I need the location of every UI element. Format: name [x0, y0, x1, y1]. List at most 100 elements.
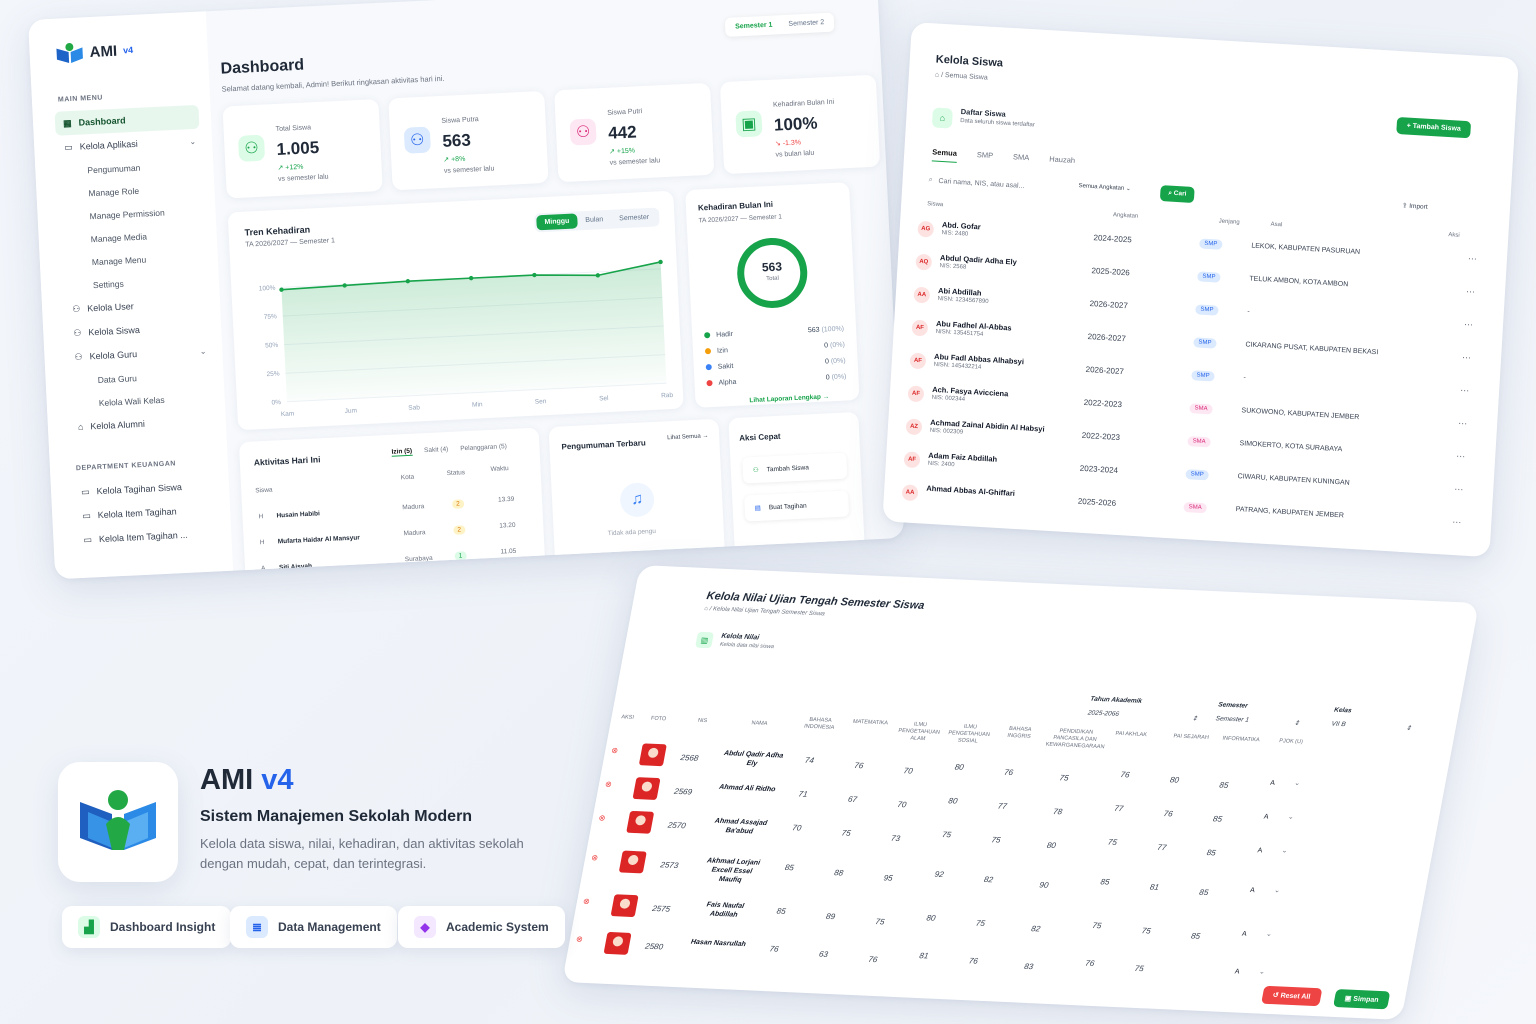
- score-input[interactable]: 95: [883, 873, 894, 882]
- more-icon[interactable]: ⋯: [1458, 418, 1468, 430]
- score-input[interactable]: 81: [919, 951, 930, 960]
- score-input[interactable]: 76: [868, 955, 879, 964]
- score-input[interactable]: 75: [1092, 921, 1103, 930]
- more-icon[interactable]: ⋯: [1456, 451, 1466, 463]
- score-input[interactable]: 76: [1085, 959, 1096, 968]
- tab-pelanggaran[interactable]: Pelanggaran (5): [460, 443, 507, 453]
- score-input[interactable]: 82: [983, 875, 994, 884]
- delete-icon[interactable]: ⊗: [575, 935, 583, 944]
- score-input[interactable]: 76: [968, 956, 979, 965]
- breadcrumb-current[interactable]: Semua Siswa: [945, 72, 988, 82]
- score-input[interactable]: 73: [890, 834, 901, 843]
- save-button[interactable]: ▣ Simpan: [1333, 989, 1391, 1010]
- score-input[interactable]: 76: [1120, 770, 1131, 779]
- level-badge: SMP: [1193, 337, 1217, 349]
- more-icon[interactable]: ⋯: [1460, 385, 1470, 397]
- tab-semua[interactable]: Semua: [931, 147, 958, 163]
- score-input[interactable]: 77: [1113, 804, 1124, 813]
- score-input[interactable]: 74: [804, 756, 815, 765]
- add-student-button[interactable]: + Tambah Siswa: [1396, 116, 1472, 139]
- score-input[interactable]: 75: [975, 919, 986, 928]
- score-input[interactable]: 75: [1134, 964, 1145, 973]
- quick-create-bill-button[interactable]: ▤ Buat Tagihan: [744, 491, 849, 522]
- score-input[interactable]: 80: [954, 763, 965, 772]
- score-input[interactable]: 80: [1046, 841, 1057, 850]
- announcement-link[interactable]: Lihat Semua →: [667, 433, 709, 441]
- score-input[interactable]: 75: [1107, 838, 1118, 847]
- grade-select[interactable]: A: [1234, 968, 1240, 975]
- score-input[interactable]: 75: [1141, 926, 1152, 935]
- delete-icon[interactable]: ⊗: [590, 853, 598, 862]
- score-input[interactable]: 83: [1023, 962, 1034, 971]
- more-icon[interactable]: ⋯: [1454, 484, 1464, 496]
- grade-select[interactable]: A: [1263, 814, 1269, 821]
- score-input[interactable]: 75: [841, 828, 852, 837]
- score-input[interactable]: 85: [776, 907, 787, 916]
- score-input[interactable]: 76: [1163, 809, 1174, 818]
- delete-icon[interactable]: ⊗: [611, 746, 619, 755]
- grade-select[interactable]: A: [1241, 931, 1247, 938]
- score-input[interactable]: 92: [934, 870, 945, 879]
- import-button[interactable]: ⇪ Import: [1402, 201, 1428, 211]
- quick-add-student-button[interactable]: ⚇ Tambah Siswa: [742, 453, 847, 484]
- tab-sma[interactable]: SMA: [1012, 152, 1030, 167]
- score-input[interactable]: 75: [991, 835, 1002, 844]
- tab-sakit[interactable]: Sakit (4): [424, 446, 449, 455]
- delete-icon[interactable]: ⊗: [582, 897, 590, 906]
- more-icon[interactable]: ⋯: [1464, 319, 1474, 331]
- semester-select[interactable]: Semester 1 ⇕: [1215, 715, 1300, 727]
- score-input[interactable]: 80: [926, 913, 937, 922]
- score-input[interactable]: 81: [1149, 882, 1160, 891]
- score-input[interactable]: 70: [791, 823, 802, 832]
- score-input[interactable]: 75: [875, 917, 886, 926]
- grade-select[interactable]: A: [1269, 780, 1275, 787]
- score-input[interactable]: 82: [1031, 924, 1042, 933]
- more-icon[interactable]: ⋯: [1462, 352, 1472, 364]
- tab-semester-1[interactable]: Semester 1: [727, 17, 781, 35]
- tab-hauzah[interactable]: Hauzah: [1049, 154, 1075, 170]
- score-input[interactable]: 85: [1190, 931, 1201, 940]
- more-icon[interactable]: ⋯: [1468, 253, 1478, 265]
- score-input[interactable]: 76: [769, 944, 780, 953]
- score-input[interactable]: 85: [784, 863, 795, 872]
- score-input[interactable]: 89: [825, 912, 836, 921]
- tab-smp[interactable]: SMP: [976, 150, 994, 165]
- score-input[interactable]: 76: [854, 761, 865, 770]
- score-input[interactable]: 71: [798, 789, 809, 798]
- score-input[interactable]: 67: [847, 795, 858, 804]
- delete-icon[interactable]: ⊗: [598, 813, 606, 822]
- more-icon[interactable]: ⋯: [1452, 517, 1462, 529]
- grade-select[interactable]: A: [1249, 887, 1255, 894]
- report-link[interactable]: Lihat Laporan Lengkap →: [749, 393, 829, 404]
- score-input[interactable]: 88: [833, 868, 844, 877]
- score-input[interactable]: 63: [818, 950, 829, 959]
- score-input[interactable]: 80: [948, 796, 959, 805]
- score-input[interactable]: 85: [1199, 888, 1210, 897]
- more-icon[interactable]: ⋯: [1466, 286, 1476, 298]
- score-input[interactable]: 70: [903, 766, 914, 775]
- score-input[interactable]: 85: [1100, 877, 1111, 886]
- tab-semester-2[interactable]: Semester 2: [780, 15, 832, 33]
- score-input[interactable]: 90: [1039, 880, 1050, 889]
- score-input[interactable]: 85: [1219, 781, 1230, 790]
- tab-izin[interactable]: Izin (5): [391, 447, 413, 457]
- brand-logo[interactable]: AMI v4: [28, 11, 208, 66]
- score-input[interactable]: 85: [1212, 814, 1223, 823]
- score-input[interactable]: 76: [1003, 768, 1014, 777]
- delete-icon[interactable]: ⊗: [604, 780, 612, 789]
- tahun-select[interactable]: 2025-2066 ⇕: [1087, 709, 1198, 722]
- breadcrumb-current[interactable]: Kelola Nilai Ujian Tengah Semester Siswa: [712, 606, 825, 617]
- score-input[interactable]: 78: [1052, 807, 1063, 816]
- score-input[interactable]: 70: [897, 800, 908, 809]
- search-button[interactable]: ⌕ Cari: [1159, 185, 1195, 204]
- score-input[interactable]: 75: [1059, 773, 1070, 782]
- grade-select[interactable]: A: [1257, 847, 1263, 854]
- score-input[interactable]: 75: [941, 830, 952, 839]
- kelas-select[interactable]: VII B ⇕: [1331, 721, 1412, 733]
- search-input[interactable]: ⌕ Cari nama, NIS, atau asal...: [928, 171, 1099, 199]
- score-input[interactable]: 85: [1206, 848, 1217, 857]
- score-input[interactable]: 77: [1157, 843, 1168, 852]
- reset-all-button[interactable]: ↺ Reset All: [1261, 985, 1322, 1007]
- score-input[interactable]: 77: [997, 802, 1008, 811]
- score-input[interactable]: 80: [1169, 775, 1180, 784]
